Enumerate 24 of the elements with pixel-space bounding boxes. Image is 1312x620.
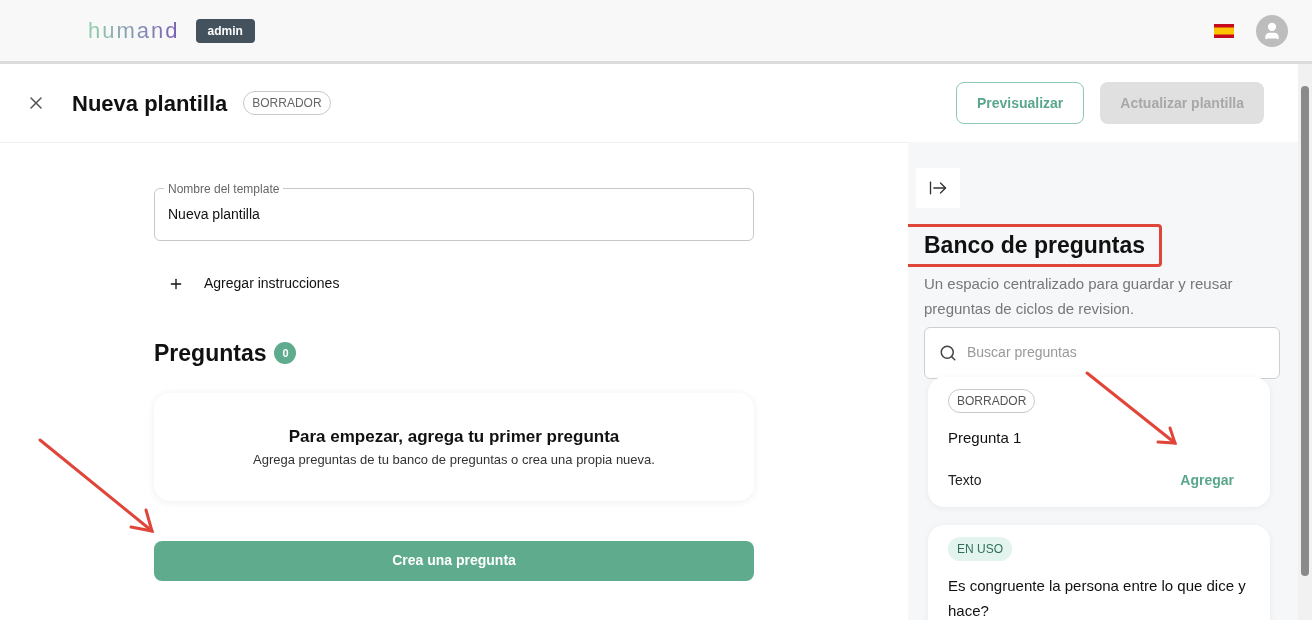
question-type: Texto xyxy=(948,470,982,490)
add-link[interactable]: Agregar xyxy=(1180,469,1234,491)
search-field[interactable]: Buscar preguntas xyxy=(924,326,1280,379)
scrollbar[interactable] xyxy=(1298,64,1312,620)
page-title: Nueva plantilla xyxy=(72,89,228,118)
search-icon xyxy=(939,343,957,362)
status-tag: EN USO xyxy=(948,536,1012,561)
empty-state-text: Agrega preguntas de tu banco de preguntas o crea una propia nueva. xyxy=(253,450,655,469)
preview-button[interactable]: Previsualizar xyxy=(955,82,1085,124)
section-title: Preguntas xyxy=(154,339,267,368)
collapse-panel-icon[interactable] xyxy=(916,168,960,208)
add-instructions-button[interactable]: Agregar instrucciones xyxy=(168,273,340,294)
search-placeholder: Buscar preguntas xyxy=(967,343,1077,362)
field-value: Nueva plantilla xyxy=(168,205,260,224)
create-question-button[interactable]: Crea una pregunta xyxy=(154,540,754,581)
count-badge: 0 xyxy=(274,342,297,365)
question-title: Es congruente la persona entre lo que dice y hace? xyxy=(948,575,1247,620)
panel-title: Banco de preguntas xyxy=(908,224,1163,267)
panel-description: Un espacio centralizado para guardar y reusar preguntas de ciclos de revision. xyxy=(924,273,1234,319)
spain-flag-icon[interactable] xyxy=(1214,23,1234,38)
role-badge: admin xyxy=(195,18,255,43)
question-title: Pregunta 1 xyxy=(948,427,1023,448)
empty-state-title: Para empezar, agrega tu primer pregunta xyxy=(288,426,620,448)
status-tag: BORRADOR xyxy=(948,388,1036,413)
